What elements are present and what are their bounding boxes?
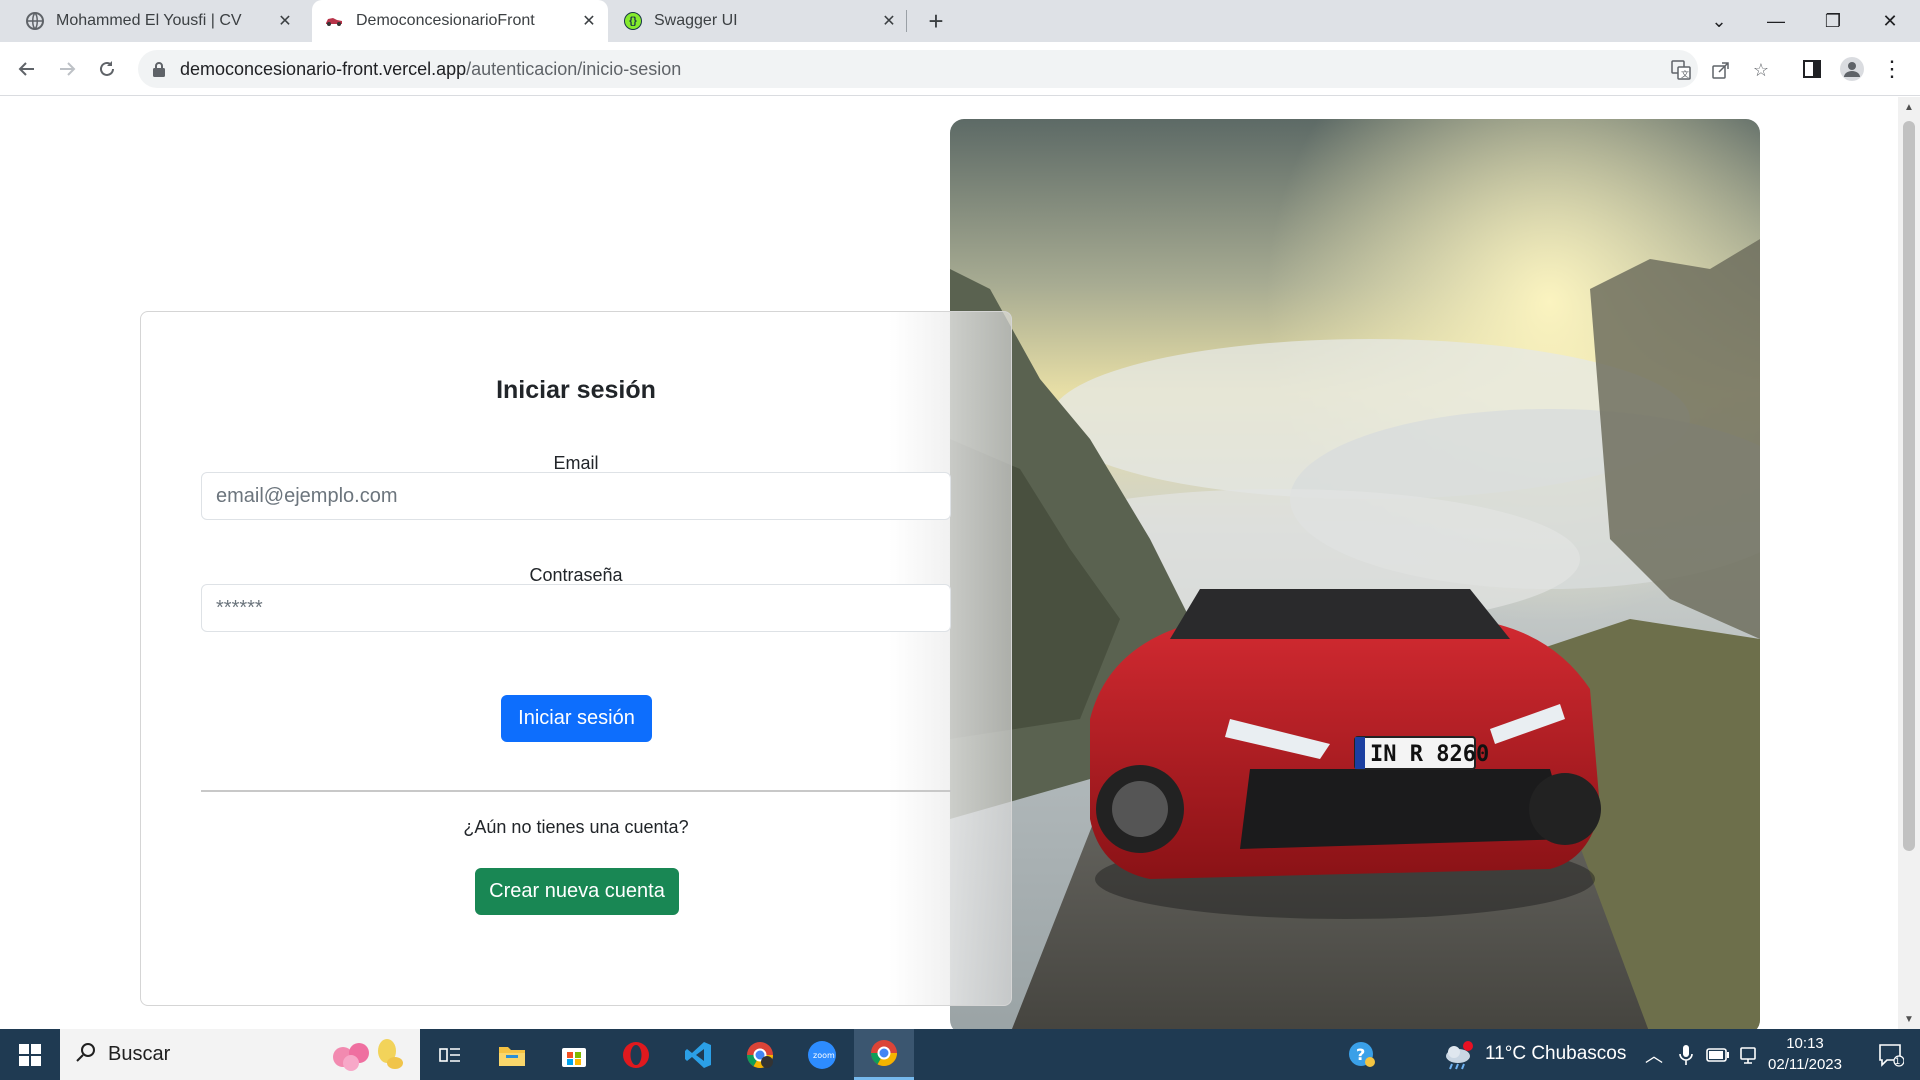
search-icon [76,1042,96,1067]
taskbar-search[interactable]: Buscar [60,1029,420,1080]
minimize-button[interactable]: — [1748,0,1804,42]
car-favicon-icon [324,12,344,30]
password-label: Contraseña [529,565,623,585]
taskbar-clock[interactable]: 10:13 02/11/2023 [1750,1033,1860,1075]
svg-text:?: ? [1356,1045,1365,1064]
vscode-icon[interactable] [668,1029,728,1080]
close-window-button[interactable]: ✕ [1862,0,1918,42]
scroll-thumb[interactable] [1903,121,1915,851]
start-button[interactable] [0,1029,60,1080]
url-text: democoncesionario-front.vercel.app/auten… [180,58,682,79]
chrome-profile-icon[interactable] [730,1029,790,1080]
search-placeholder: Buscar [108,1043,171,1065]
share-icon[interactable] [1710,59,1732,81]
tab-swagger[interactable]: {} Swagger UI ✕ [612,0,908,42]
profile-avatar-icon[interactable] [1836,53,1868,85]
forward-button[interactable] [51,53,83,85]
restore-button[interactable]: ❐ [1805,0,1861,42]
swagger-icon: {} [624,12,642,30]
side-panel-icon[interactable] [1796,53,1828,85]
close-tab-icon[interactable]: ✕ [878,10,900,32]
new-tab-button[interactable]: + [922,6,950,36]
svg-text:文: 文 [1681,69,1689,79]
microphone-icon[interactable] [1668,1029,1704,1080]
tab-title: DemoconcesionarioFront [356,12,535,29]
create-account-button[interactable]: Crear nueva cuenta [475,868,679,915]
login-card: Iniciar sesión Email Contraseña Iniciar … [140,311,1012,1006]
file-explorer-icon[interactable] [482,1029,542,1080]
chrome-active-icon[interactable] [854,1029,914,1080]
scroll-down-arrow-icon[interactable]: ▼ [1898,1009,1920,1029]
weather-icon[interactable] [1428,1029,1488,1080]
no-account-text: ¿Aún no tienes una cuenta? [463,817,689,837]
globe-icon [26,12,44,30]
tab-title: Mohammed El Yousfi | CV [56,12,242,29]
clock-time: 10:13 [1786,1035,1824,1052]
close-tab-icon[interactable]: ✕ [578,10,600,32]
zoom-icon[interactable]: zoom [792,1029,852,1080]
scroll-up-arrow-icon[interactable]: ▲ [1898,97,1920,117]
reload-button[interactable] [91,53,123,85]
svg-text:zoom: zoom [813,1051,835,1060]
divider [201,790,951,792]
windows-taskbar: Buscar zoom ? 11°C Chubascos ︿ 10:13 02/… [0,1029,1920,1080]
notification-count: 1 [1895,1056,1901,1066]
notifications-icon[interactable]: 1 [1866,1029,1916,1080]
page-viewport: IN R 8260 Iniciar sesión Email Contraseñ… [0,97,1920,1029]
tab-search-button[interactable]: ⌄ [1691,0,1747,42]
lock-icon[interactable] [152,61,166,77]
email-label: Email [553,453,599,473]
browser-toolbar: democoncesionario-front.vercel.app/auten… [0,42,1920,96]
tab-title: Swagger UI [654,12,738,29]
clock-date: 02/11/2023 [1768,1056,1842,1073]
close-tab-icon[interactable]: ✕ [274,10,296,32]
bookmark-star-icon[interactable]: ☆ [1750,59,1772,81]
login-title: Iniciar sesión [496,376,656,404]
email-input[interactable] [201,472,951,520]
microsoft-store-icon[interactable] [544,1029,604,1080]
page-scrollbar[interactable]: ▲ ▼ [1898,97,1920,1029]
address-bar[interactable]: democoncesionario-front.vercel.app/auten… [138,50,1769,88]
help-icon[interactable]: ? [1332,1029,1392,1080]
login-button[interactable]: Iniciar sesión [501,695,652,742]
license-plate: IN R 8260 [1370,742,1489,767]
menu-kebab-icon[interactable]: ⋮ [1876,53,1908,85]
tab-strip: Mohammed El Yousfi | CV ✕ Democoncesiona… [0,0,1920,42]
flowers-search-highlight-icon [325,1037,415,1078]
tab-separator [906,10,907,32]
password-input[interactable] [201,584,951,632]
weather-text[interactable]: 11°C Chubascos [1485,1043,1626,1065]
task-view-icon[interactable] [420,1029,480,1080]
hero-car-image: IN R 8260 [950,119,1760,1029]
back-button[interactable] [11,53,43,85]
opera-icon[interactable] [606,1029,666,1080]
translate-icon[interactable]: 文 [1670,59,1692,81]
tab-cv[interactable]: Mohammed El Yousfi | CV ✕ [14,0,304,42]
tab-democoncesionario[interactable]: DemoconcesionarioFront ✕ [312,0,608,42]
